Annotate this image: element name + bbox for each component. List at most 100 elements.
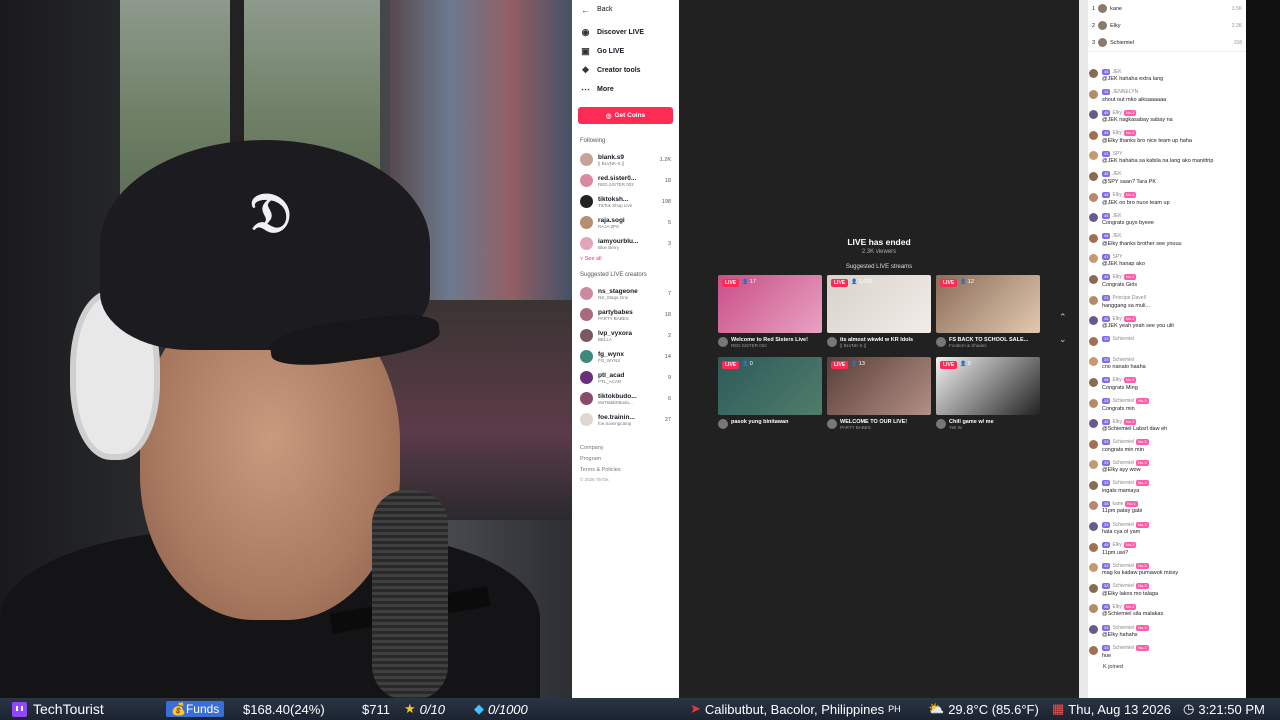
stream-card[interactable]: LIVE 👤 13 WELCOME TO OUR LIVE! PARTY BABES: [827, 357, 931, 430]
username: Principe Davell: [1112, 295, 1146, 302]
rank-position: 3: [1092, 39, 1096, 46]
account-name: blank.s9: [598, 153, 625, 161]
stream-card[interactable]: LIVE 👤 17 Welcome to Red Sisters Live! RED.…: [718, 275, 822, 348]
account-text: lvp_vyxora BELLA: [598, 330, 665, 342]
chat-message-header: 45 JEK: [1102, 232, 1243, 241]
fan-badge: No.3: [1123, 109, 1137, 116]
date-text: Thu, Aug 13 2026: [1068, 701, 1171, 717]
chat-message-body: 33 Schiemiel: [1102, 335, 1243, 356]
chat-message-body: 41 SPY @JEK hanap ako: [1102, 252, 1243, 273]
username: Elky: [1112, 542, 1122, 549]
following-list: blank.s9 || BLVNK-S || 1.2K red.sister0... R…: [572, 149, 679, 254]
arrow-left-icon: ←: [581, 4, 590, 15]
stream-card[interactable]: LIVE 👤 1,029 its almost wkwkl w KR Idols ||…: [827, 275, 931, 348]
chat-message-body: 38 kane No.1 11pm patay gabi: [1102, 499, 1243, 520]
chat-message-text: hue: [1102, 652, 1112, 659]
level-badge: 45: [1102, 542, 1111, 549]
level-badge: 33: [1102, 645, 1111, 652]
stream-card[interactable]: LIVE 👤 0 pasok yung binitawan: [718, 357, 822, 429]
following-account[interactable]: red.sister0... RED.SISTER 002 18: [572, 170, 679, 191]
chat-message-header: 33 Schiemiel No.3: [1102, 520, 1243, 529]
avatar: [1089, 171, 1098, 181]
chat-message-text: shout out mko aiksaaaaaa: [1102, 96, 1167, 103]
account-text: foe.trainin... foe.trainingcamp: [598, 414, 662, 426]
chat-message: 45 JEK @SPY saan? Tara PK: [1088, 170, 1246, 191]
suggested-creator[interactable]: lvp_vyxora BELLA 2: [572, 325, 679, 346]
stream-thumbnail: LIVE 👤 0: [936, 357, 1040, 415]
suggested-creator[interactable]: fg_wynx FG_WYNX 14: [572, 346, 679, 367]
chat-message-text: @Elky hahahs: [1102, 632, 1138, 639]
following-account[interactable]: iamyourblu... Blue Berry 3: [572, 233, 679, 254]
nav-back[interactable]: ← Back: [572, 0, 679, 19]
chat-message-text: 11pm uwi?: [1102, 549, 1129, 556]
account-text: tiktokbudo... MoTB&bKBudo...: [598, 393, 665, 405]
stream-meta: pasok yung binitawan: [718, 419, 822, 429]
following-account[interactable]: blank.s9 || BLVNK-S || 1.2K: [572, 149, 679, 170]
chat-message: 45 Elky No.3 @JEK oo bro nuce team up: [1088, 191, 1246, 212]
level-badge: 33: [1102, 459, 1111, 466]
stream-card[interactable]: LIVE 👤 12 FS BACK TO SCHOOL SALE... Footerm…: [936, 275, 1040, 348]
money-bag-icon: 💰: [171, 702, 186, 716]
get-coins-button[interactable]: ◎ Get Coins: [578, 107, 673, 124]
nav-go-live[interactable]: ▣ Go LIVE: [572, 42, 679, 61]
funds-value: $168.40(24%): [243, 701, 325, 717]
suggested-creator[interactable]: ptl_acad PTL_ACAD 9: [572, 367, 679, 388]
chat-message-body: 45 Elky No.3 @JEK yeah yeah see you ulit: [1102, 314, 1243, 335]
chevron-down-icon[interactable]: ⌄: [1059, 334, 1067, 345]
stream-host: || BLVNK-S ||: [840, 343, 867, 348]
avatar: [1089, 274, 1098, 284]
username: Schiemiel: [1112, 583, 1135, 590]
suggested-creator[interactable]: foe.trainin... foe.trainingcamp 27: [572, 409, 679, 430]
chat-message-text: Congrats Ming: [1102, 384, 1138, 391]
gems-value: 0/1000: [488, 701, 528, 717]
following-account[interactable]: tiktoksh... TikTok Shop Live 198: [572, 191, 679, 212]
chat-message-text: Congrats Girls: [1102, 281, 1138, 288]
chat-message-header: 33 Schiemiel No.3: [1102, 458, 1243, 467]
avatar: [1089, 460, 1098, 470]
suggested-creator[interactable]: tiktokbudo... MoTB&bKBudo... 6: [572, 388, 679, 409]
following-account[interactable]: raja.sogi RAJA 2PS 5: [572, 212, 679, 233]
streamer-avatar: [827, 419, 837, 429]
stream-host: PARTY BABES: [840, 425, 871, 430]
footer-program[interactable]: Program: [572, 456, 679, 462]
stream-thumbnail: LIVE 👤 1,029: [827, 275, 931, 333]
chat-message-body: 45 Elky No.3 Congrats Girls: [1102, 273, 1243, 294]
chat-message-header: 45 Elky No.3: [1102, 541, 1243, 550]
avatar: [1089, 110, 1098, 120]
avatar: [1089, 295, 1098, 305]
username: JENNELYN: [1112, 89, 1139, 96]
avatar: [580, 216, 593, 229]
nav-more[interactable]: ⋯ More: [572, 80, 679, 99]
weather-icon: ⛅: [928, 701, 945, 716]
chat-message-header: 41 SPY: [1102, 149, 1243, 158]
time-item: ◷ 3:21:50 PM: [1183, 698, 1265, 720]
stream-card[interactable]: LIVE 👤 0 Chill game w/ me Yeti W: [936, 357, 1040, 430]
see-all-link[interactable]: ˅ See all: [572, 256, 679, 262]
avatar: [1098, 38, 1108, 47]
nav-discover-live[interactable]: ◉ Discover LIVE: [572, 23, 679, 42]
footer-terms[interactable]: Terms & Policies: [572, 467, 679, 473]
chat-message-body: 21 Principe Davell hanggang sa muli...: [1102, 294, 1243, 315]
stream-meta: Welcome to Red Sisters Live! RED.SISTER 0…: [718, 337, 822, 348]
suggested-creator[interactable]: partybabes PARTY BABES 18: [572, 304, 679, 325]
weather-text: 29.8°C (85.6°F): [948, 701, 1039, 717]
footer-company[interactable]: Company: [572, 445, 679, 451]
fan-badge: No.3: [1136, 645, 1149, 652]
rank-score: 3.5K: [1231, 5, 1242, 12]
stars-value: 0/10: [419, 701, 445, 717]
chat-message-body: 33 Schiemiel No.3 ingats mamaya: [1102, 479, 1243, 500]
suggested-creator[interactable]: ns_stageone NS_Stage One 7: [572, 283, 679, 304]
location-text: Calibutbut, Bacolor, Philippines: [704, 701, 885, 717]
account-name: ptl_acad: [598, 371, 625, 379]
see-all-label: See all: [584, 256, 602, 262]
chat-message-text: congrats min min: [1102, 446, 1144, 453]
level-badge: 45: [1102, 315, 1111, 322]
account-subtitle: PARTY BABES: [598, 315, 629, 321]
chat-message-text: @Elky thanks bro nice team up haha: [1102, 137, 1192, 144]
account-name: raja.sogi: [598, 216, 625, 224]
level-badge: 33: [1102, 398, 1111, 404]
account-name: iamyourblu...: [598, 237, 639, 245]
nav-creator-tools[interactable]: ❖ Creator tools: [572, 61, 679, 80]
chevron-up-icon[interactable]: ⌃: [1059, 312, 1067, 323]
rank-name: kane: [1110, 5, 1122, 12]
